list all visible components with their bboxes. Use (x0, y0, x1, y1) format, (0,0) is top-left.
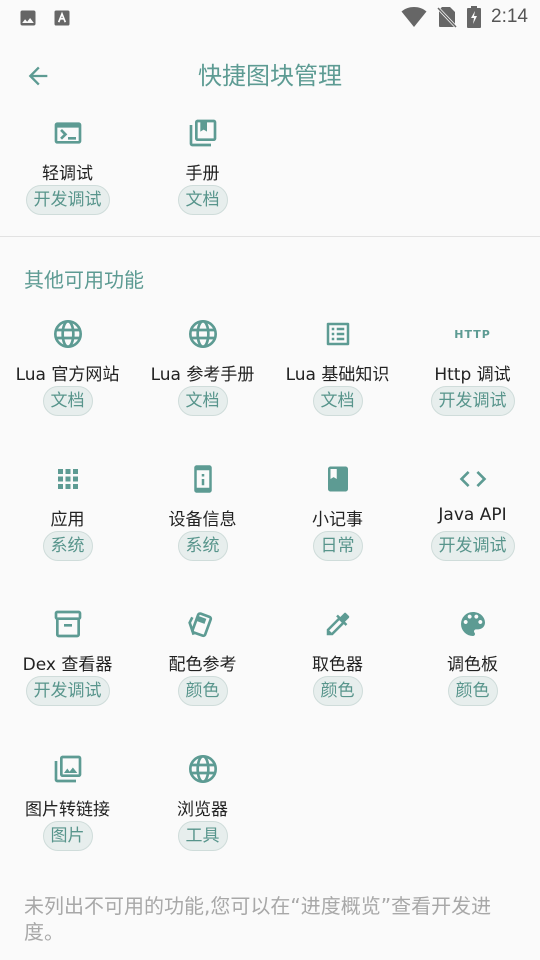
list-alt-icon (321, 317, 355, 351)
category-chip: 日常 (312, 531, 363, 561)
http-icon-text: HTTP (454, 327, 491, 341)
tile-label: Lua 参考手册 (150, 365, 255, 385)
tile-label: 设备信息 (168, 510, 237, 530)
category-chip: 颜色 (177, 676, 228, 706)
tile-label: 配色参考 (168, 655, 237, 675)
category-chip: 文档 (177, 386, 228, 416)
tile-tiles-7[interactable]: Java API 开发调试 (405, 458, 540, 588)
tile-label: 图片转链接 (25, 800, 110, 820)
category-chip: 颜色 (447, 676, 498, 706)
tile-label: 小记事 (312, 510, 363, 530)
tile-label: 调色板 (447, 655, 498, 675)
tile-tiles-10[interactable]: 取色器 颜色 (270, 603, 405, 733)
tile-tiles-1[interactable]: Lua 参考手册 文档 (135, 313, 270, 443)
terminal-icon (51, 116, 85, 150)
page-title: 快捷图块管理 (198, 62, 342, 90)
http-icon: HTTP (454, 317, 491, 351)
device-info-icon (186, 462, 220, 496)
no-sim-icon (437, 6, 458, 28)
category-chip: 文档 (312, 386, 363, 416)
eyedropper-icon (321, 607, 355, 641)
category-chip: 开发调试 (25, 676, 110, 706)
tile-tiles-2[interactable]: Lua 基础知识 文档 (270, 313, 405, 443)
tile-tiles-11[interactable]: 调色板 颜色 (405, 603, 540, 733)
tile-label: 浏览器 (177, 800, 228, 820)
globe-icon (51, 317, 85, 351)
tile-label: Lua 基础知识 (285, 365, 390, 385)
status-bar: 2:14 (0, 0, 540, 36)
tile-label: Lua 官方网站 (15, 365, 120, 385)
tile-label: Dex 查看器 (22, 655, 113, 675)
photo-library-icon (51, 752, 85, 786)
category-chip: 开发调试 (25, 185, 110, 215)
category-chip: 开发调试 (430, 531, 515, 561)
tile-tiles-5[interactable]: 设备信息 系统 (135, 458, 270, 588)
wifi-icon (401, 6, 427, 28)
globe-icon (186, 317, 220, 351)
book-icon (321, 462, 355, 496)
category-chip: 颜色 (312, 676, 363, 706)
status-time: 2:14 (491, 6, 528, 27)
tile-tiles-12[interactable]: 图片转链接 图片 (0, 748, 135, 878)
tile-tiles-4[interactable]: 应用 系统 (0, 458, 135, 588)
app-bar: 快捷图块管理 (0, 36, 540, 112)
divider (0, 236, 540, 237)
category-chip: 系统 (177, 531, 228, 561)
category-chip: 系统 (42, 531, 93, 561)
tile-tiles-6[interactable]: 小记事 日常 (270, 458, 405, 588)
tile-label: 手册 (185, 164, 220, 184)
tile-tiles-0[interactable]: Lua 官方网站 文档 (0, 313, 135, 443)
image-notification-icon (18, 8, 38, 28)
tile-tiles-8[interactable]: Dex 查看器 开发调试 (0, 603, 135, 733)
text-notification-icon (52, 8, 72, 28)
tile-label: 取色器 (312, 655, 363, 675)
tile-top_tiles-0[interactable]: 轻调试 开发调试 (0, 112, 135, 242)
globe-icon (186, 752, 220, 786)
tile-label: 应用 (50, 510, 85, 530)
tile-top_tiles-1[interactable]: 手册 文档 (135, 112, 270, 242)
category-chip: 工具 (177, 821, 228, 851)
category-chip: 文档 (42, 386, 93, 416)
palette-icon (456, 607, 490, 641)
archive-icon (51, 607, 85, 641)
section-title: 其他可用功能 (24, 268, 144, 292)
footer-note: 未列出不可用的功能,您可以在“进度概览”查看开发进度。 (24, 894, 492, 944)
tile-label: 轻调试 (42, 164, 93, 184)
swatches-icon (186, 607, 220, 641)
category-chip: 文档 (177, 185, 228, 215)
tile-label: Java API (438, 505, 507, 525)
code-icon (456, 462, 490, 496)
category-chip: 开发调试 (430, 386, 515, 416)
tile-tiles-13[interactable]: 浏览器 工具 (135, 748, 270, 878)
tile-tiles-3[interactable]: HTTP Http 调试 开发调试 (405, 313, 540, 443)
tile-label: Http 调试 (434, 365, 511, 385)
apps-grid-icon (51, 462, 85, 496)
battery-charging-icon (467, 6, 482, 28)
category-chip: 图片 (42, 821, 93, 851)
tile-tiles-9[interactable]: 配色参考 颜色 (135, 603, 270, 733)
library-books-icon (186, 116, 220, 150)
